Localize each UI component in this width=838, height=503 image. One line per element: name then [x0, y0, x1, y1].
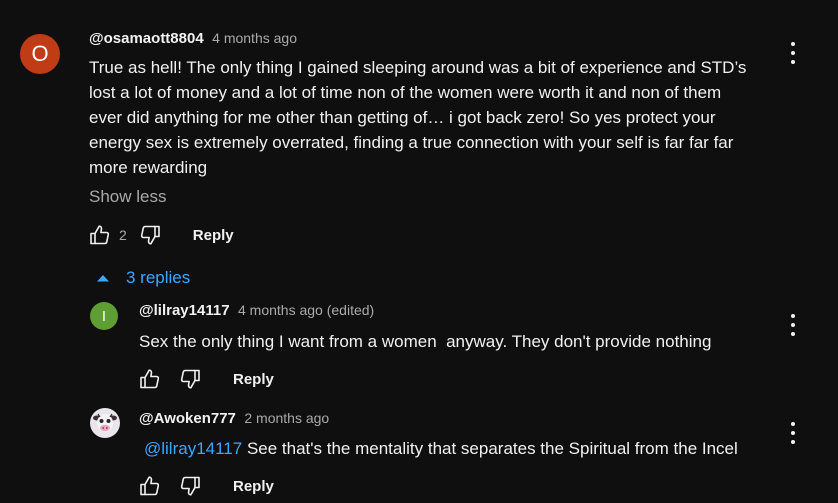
replies-count: 3 replies: [126, 268, 191, 287]
avatar[interactable]: I: [90, 302, 118, 330]
reply-time[interactable]: 2 months ago: [244, 410, 329, 426]
show-less-button[interactable]: Show less: [89, 187, 166, 207]
comment-line: lost a lot of money and a lot of time no…: [89, 83, 722, 102]
reply-text: @lilray14117 See that's the mentality th…: [144, 436, 738, 461]
comment-author[interactable]: @osamaott8804: [89, 30, 204, 47]
like-count: 2: [119, 227, 127, 243]
more-actions-icon[interactable]: [789, 314, 797, 336]
thumbs-up-icon: [140, 369, 160, 389]
reply-text-content: See that's the mentality that separates …: [242, 439, 738, 458]
reply-button[interactable]: Reply: [193, 227, 234, 244]
thumbs-down-icon: [140, 225, 160, 245]
more-actions-icon[interactable]: [789, 42, 797, 64]
reply-text: Sex the only thing I want from a women a…: [139, 332, 712, 351]
avatar[interactable]: [90, 408, 120, 438]
thumbs-up-icon: [90, 225, 110, 245]
reply-header: @lilray14117 4 months ago (edited): [139, 302, 374, 320]
replies-toggle-button[interactable]: 3 replies: [96, 268, 190, 288]
reply-time[interactable]: 4 months ago (edited): [238, 302, 374, 318]
thumbs-down-icon: [180, 476, 200, 496]
mention-link[interactable]: @lilray14117: [144, 439, 242, 458]
comment-time[interactable]: 4 months ago: [212, 30, 297, 46]
chevron-up-icon: [97, 275, 109, 282]
cow-avatar-icon: [90, 408, 120, 438]
dislike-button[interactable]: [177, 366, 203, 392]
like-button[interactable]: [137, 366, 163, 392]
comment-line: ever did anything for me other than gett…: [89, 108, 716, 127]
like-button[interactable]: [137, 473, 163, 499]
reply-author[interactable]: @lilray14117: [139, 302, 230, 319]
reply-button[interactable]: Reply: [233, 478, 274, 495]
comment-header: @osamaott8804 4 months ago: [89, 30, 297, 48]
comment-line: True as hell! The only thing I gained sl…: [89, 58, 747, 77]
reply-actions: Reply: [137, 366, 274, 392]
avatar-letter: O: [31, 41, 49, 66]
avatar-letter: I: [101, 307, 107, 325]
reply-header: @Awoken777 2 months ago: [139, 410, 329, 428]
dislike-button[interactable]: [177, 473, 203, 499]
more-actions-icon[interactable]: [789, 422, 797, 444]
comment-line: energy sex is extremely overrated, findi…: [89, 133, 734, 152]
thumbs-up-icon: [140, 476, 160, 496]
reply-actions: Reply: [137, 473, 274, 499]
avatar[interactable]: O: [20, 34, 60, 74]
reply-button[interactable]: Reply: [233, 371, 274, 388]
comment-line: more rewarding: [89, 158, 208, 177]
dislike-button[interactable]: [137, 222, 163, 248]
comment-text: True as hell! The only thing I gained sl…: [89, 55, 789, 180]
thumbs-down-icon: [180, 369, 200, 389]
reply-author[interactable]: @Awoken777: [139, 410, 236, 427]
comment-actions: 2 Reply: [87, 222, 234, 248]
like-button[interactable]: [87, 222, 113, 248]
